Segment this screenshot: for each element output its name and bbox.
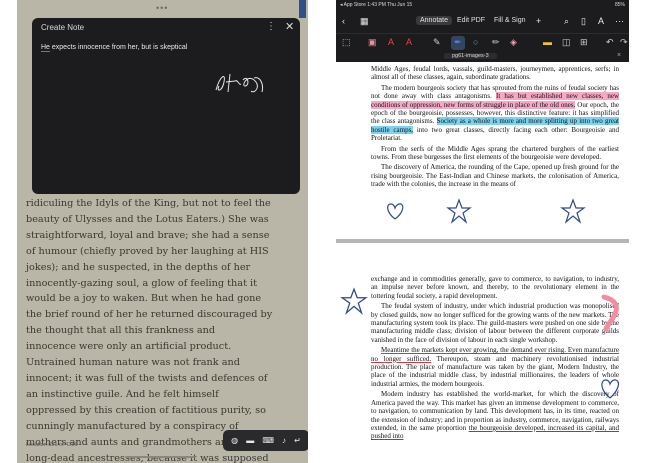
note-text[interactable]: He expects innocence from her, but is sk… (41, 44, 187, 52)
pdf-page-2[interactable]: exchange and in commodities generally, g… (336, 243, 629, 463)
pencil-icon[interactable]: ✏ (492, 37, 500, 48)
book-line: innocently-gazing soul, a glow of feelin… (26, 277, 258, 289)
freehand-icon[interactable]: ✎ (433, 37, 441, 48)
heart-sketch-icon (387, 203, 404, 220)
tab-edit-pdf[interactable]: Edit PDF (457, 17, 485, 24)
create-note-dialog: Create Note ⋮ ✕ He expects innocence fro… (32, 18, 300, 194)
underline-icon[interactable]: A (406, 37, 412, 47)
book-icon[interactable]: ▯ (581, 16, 586, 27)
note-icon[interactable]: ▬ (543, 37, 552, 47)
pdf-text: From the serfs of the Middle Ages sprang… (371, 144, 619, 162)
drag-handle[interactable]: ••• (156, 3, 168, 13)
book-line: Untrained human nature was not frank and (26, 357, 240, 369)
status-left: ◂ App Store 1:43 PM Thu Jun 15 (340, 2, 413, 8)
star-sketch-icon (560, 198, 586, 224)
eraser-icon[interactable]: ◈ (510, 37, 517, 48)
book-line: oppressed by this creation of factitious… (26, 404, 266, 416)
shape-icon[interactable]: ○ (473, 37, 478, 47)
pdf-paragraph[interactable]: The discovery of America, the rounding o… (371, 163, 619, 188)
book-line: an instinctive guile. And he felt himsel… (26, 388, 219, 400)
pdf-app: ◂ App Store 1:43 PM Thu Jun 15 85% ‹ ▦ A… (336, 0, 629, 463)
book-line: innocence were only an artificial produc… (26, 341, 232, 353)
top-menu: ‹ ▦ Annotate Edit PDF Fill & Sign + ⌕ ▯ … (336, 11, 629, 33)
annotation-toolbar: ⬚ ▣ A A ✎ ✒ ○ ✏ ◈ ▬ ◫ ⊞ ↶ ↷ (336, 33, 629, 52)
book-line: the thought that all this frankness and (26, 325, 216, 337)
grid-icon[interactable]: ▦ (360, 16, 369, 27)
location-indicator: Location 521 of 4316 (26, 442, 78, 448)
pdf-text: The discovery of America, the rounding o… (371, 163, 619, 189)
note-title: Create Note (41, 23, 85, 32)
home-indicator (125, 456, 195, 458)
page-2-text: exchange and in commodities generally, g… (371, 275, 619, 443)
document-name[interactable]: pg61-images-3 (444, 53, 497, 59)
reader-panel: ••• Create Note ⋮ ✕ He expects innocence… (17, 0, 308, 463)
pdf-text: The feudal system of industry, under whi… (371, 302, 619, 344)
book-line: jokes); and he suspected, in the depths … (26, 261, 251, 273)
highlight-text-icon[interactable]: ▣ (368, 37, 377, 48)
book-line: would be a joy to waken. But when he had… (26, 293, 262, 305)
undo-icon[interactable]: ↶ (606, 37, 614, 48)
pen-icon[interactable]: ✒ (454, 37, 462, 48)
note-toolbar: ◍ ▬ ⌨ ♪ ↵ (223, 430, 308, 451)
pdf-text: Middle Ages, feudal lords, vassals, guil… (371, 65, 619, 82)
close-icon[interactable]: ✕ (285, 20, 294, 33)
close-document-icon[interactable]: × (617, 52, 621, 59)
back-icon[interactable]: ‹ (342, 16, 345, 26)
handwriting-scribble (215, 73, 263, 93)
tab-annotate[interactable]: Annotate (416, 16, 453, 25)
pdf-paragraph[interactable]: Modern industry has established the worl… (371, 390, 619, 440)
pdf-paragraph[interactable]: From the serfs of the Middle Ages sprang… (371, 145, 619, 162)
status-bar: ◂ App Store 1:43 PM Thu Jun 15 85% (336, 0, 629, 11)
highlighter-icon[interactable]: ▬ (246, 436, 254, 445)
search-icon[interactable]: ⌕ (564, 16, 569, 27)
pdf-paragraph[interactable]: exchange and in commodities generally, g… (371, 275, 619, 300)
book-line: of humour (chiefly proved by her laughin… (26, 245, 269, 257)
keyboard-icon[interactable]: ⌨ (262, 436, 274, 445)
signature-icon[interactable]: ⊞ (580, 37, 588, 48)
more-icon[interactable]: ⋯ (615, 16, 624, 27)
tab-fill-sign[interactable]: Fill & Sign (494, 17, 526, 24)
document-tab-bar: pg61-images-3 × (336, 52, 629, 62)
pdf-paragraph[interactable]: The feudal system of industry, under whi… (371, 302, 619, 344)
star-sketch-icon (340, 287, 368, 315)
pdf-paragraph[interactable]: Middle Ages, feudal lords, vassals, guil… (371, 65, 619, 82)
redo-icon[interactable]: ↷ (620, 37, 628, 48)
book-line: the brief round of her he returned disco… (26, 309, 273, 321)
heart-sketch-icon (601, 379, 620, 399)
pink-stroke-sketch (601, 294, 619, 332)
pdf-page-1[interactable]: Middle Ages, feudal lords, vassals, guil… (336, 62, 629, 239)
lasso-icon[interactable]: ⬚ (342, 37, 351, 48)
book-line: beauty of Ulysses and the Lotus Eaters.)… (26, 213, 269, 225)
more-vertical-icon[interactable]: ⋮ (266, 21, 276, 32)
return-icon[interactable]: ↵ (294, 436, 301, 445)
text-size-icon[interactable]: A (598, 16, 604, 26)
pdf-paragraph[interactable]: Meantime the markets kept ever growing, … (371, 346, 619, 388)
pdf-paragraph[interactable]: The modern bourgeois society that has sp… (371, 84, 620, 143)
book-line: ridiculing the Idyls of the King, but no… (26, 198, 271, 209)
microphone-icon[interactable]: ♪ (282, 436, 286, 445)
stamp-icon[interactable]: ◫ (562, 37, 571, 48)
page-1-text: Middle Ages, feudal lords, vassals, guil… (371, 65, 620, 191)
add-icon[interactable]: + (536, 16, 541, 26)
star-sketch-icon (446, 198, 472, 224)
book-line: innocent; it was full of the twists and … (26, 372, 268, 384)
pdf-text: exchange and in commodities generally, g… (371, 275, 619, 300)
strikethrough-icon[interactable]: A (388, 37, 394, 47)
bookmark-ribbon[interactable] (299, 0, 306, 18)
palette-icon[interactable]: ◍ (231, 436, 238, 445)
battery-status: 85% (614, 2, 625, 8)
book-text: ridiculing the Idyls of the King, but no… (26, 196, 302, 463)
book-line: straightforward, loyal and brave; she ha… (26, 229, 270, 241)
